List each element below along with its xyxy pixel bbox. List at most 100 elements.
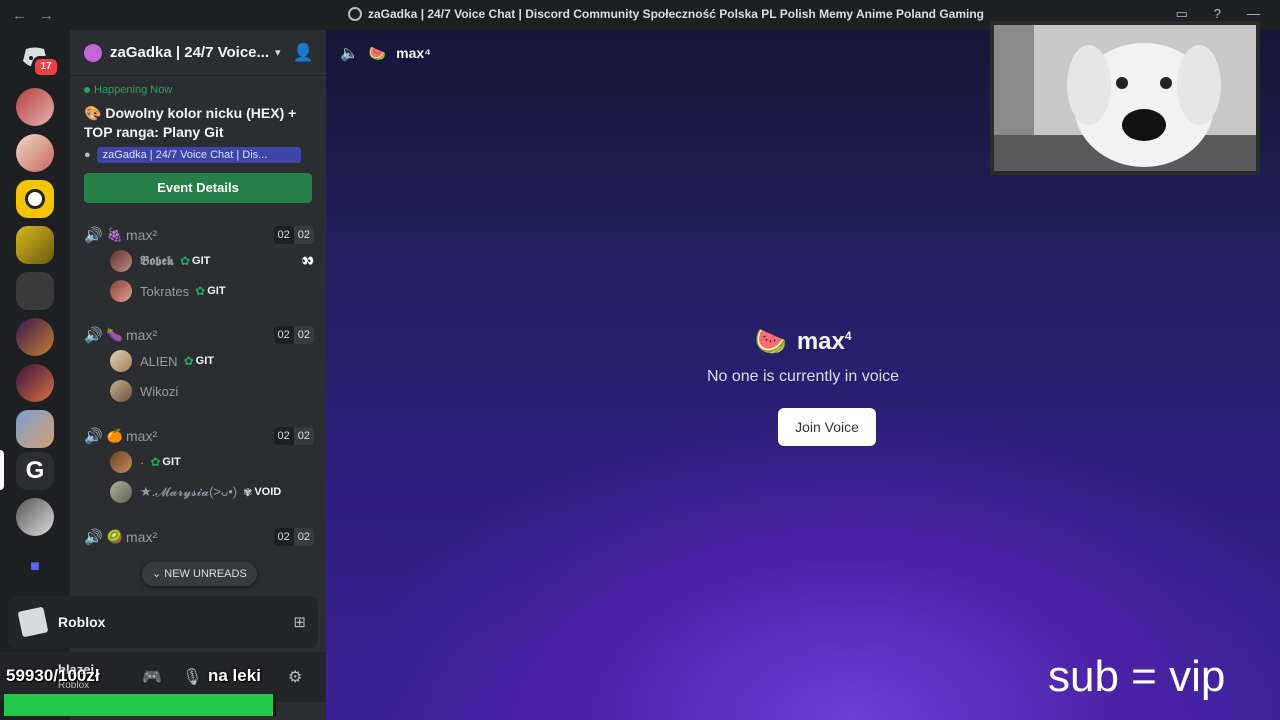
nav-buttons: ← →: [0, 7, 54, 24]
notification-badge: 17: [32, 56, 60, 78]
chevron-down-icon: ▾: [275, 47, 281, 59]
voice-member[interactable]: · ✿ GIT: [84, 447, 314, 477]
stage-channel-name: max⁴: [396, 45, 432, 61]
new-unreads-button[interactable]: ⌄ NEW UNREADS: [142, 562, 257, 586]
watermelon-icon: 🍉: [368, 44, 387, 61]
guild-name: zaGadka | 24/7 Voice...: [110, 44, 270, 61]
voice-status-text: No one is currently in voice: [706, 368, 900, 385]
role-tag: ✾ VOID: [243, 486, 281, 499]
voice-channel-4[interactable]: 🔊 🥝 max² 02 02: [84, 526, 314, 548]
role-tag-text: GIT: [192, 255, 211, 267]
user-count: 02 02: [273, 326, 314, 344]
member-name: ·: [140, 454, 145, 470]
event-location-text: zaGadka | 24/7 Voice Chat | Dis...: [96, 147, 301, 163]
kiwi-icon: 🥝: [106, 529, 124, 544]
count-limit: 02: [293, 326, 314, 344]
role-tag-text: GIT: [207, 285, 226, 297]
avatar: [110, 481, 132, 503]
avatar: [110, 350, 132, 372]
event-card: Happening Now ✕ 🎨 Dowolny kolor nicku (H…: [70, 76, 378, 203]
event-title: 🎨 Dowolny kolor nicku (HEX) + TOP ranga:…: [84, 104, 312, 142]
count-current: 02: [273, 226, 294, 244]
count-limit: 02: [293, 226, 314, 244]
minimize-icon[interactable]: —: [1247, 6, 1260, 22]
role-tag-text: GIT: [162, 456, 181, 468]
grape-icon: 🍇: [106, 227, 124, 242]
selected-server-pill: [0, 450, 4, 490]
zagadka-server-icon[interactable]: G: [16, 452, 54, 490]
webcam-overlay: [990, 21, 1260, 175]
voice-channel-1[interactable]: 🔊 🍇 max² 02 02 𝕭𝖔𝖇𝖊𝖐 ✿ GIT 👀 Tokrates ✿ GIT: [84, 224, 314, 306]
server-avatar-4[interactable]: [16, 226, 54, 264]
event-location[interactable]: ● zaGadka | 24/7 Voice Chat | Dis...: [84, 147, 312, 163]
window-title: zaGadka | 24/7 Voice Chat | Discord Comm…: [348, 7, 984, 21]
server-avatar-3[interactable]: [16, 180, 54, 218]
server-avatar-1[interactable]: [16, 88, 54, 126]
role-tag-text: VOID: [254, 486, 282, 498]
voice-member[interactable]: 𝕭𝖔𝖇𝖊𝖐 ✿ GIT 👀: [84, 246, 314, 276]
avatar: [110, 380, 132, 402]
count-current: 02: [273, 528, 294, 546]
channel-title-text: max: [796, 327, 845, 355]
server-avatar-5[interactable]: [16, 272, 54, 310]
microphone-icon[interactable]: 🎙: [182, 667, 202, 687]
event-title-text: Dowolny kolor nicku (HEX) + TOP ranga: P…: [84, 105, 297, 140]
member-name: Tokrates: [140, 283, 190, 299]
speaker-icon: 🔊: [84, 327, 103, 344]
role-tag: ✿ GIT: [180, 254, 210, 268]
forward-arrow-icon[interactable]: →: [39, 7, 54, 24]
activity-name: Roblox: [58, 614, 106, 630]
event-status: Happening Now: [84, 84, 312, 96]
stage-header: 🔈 🍉 max⁴: [340, 44, 432, 63]
member-name: ★.𝓜𝓪𝓻𝔂𝓼𝓲𝓪(>ᴗ•): [140, 484, 238, 499]
avatar: [110, 451, 132, 473]
server-avatar-2[interactable]: [16, 134, 54, 172]
server-avatar-8[interactable]: [16, 410, 54, 448]
channel-title-sup: 4: [844, 328, 852, 343]
progress-fill: [4, 694, 274, 716]
voice-channel-name: max²: [126, 227, 158, 243]
guild-icon: [84, 43, 102, 62]
window-title-text: zaGadka | 24/7 Voice Chat | Discord Comm…: [368, 7, 984, 21]
voice-member[interactable]: Tokrates ✿ GIT: [84, 276, 314, 306]
count-limit: 02: [293, 528, 314, 546]
help-icon[interactable]: ?: [1214, 6, 1221, 22]
user-count: 02 02: [273, 528, 314, 546]
gamepad-icon[interactable]: 🎮: [142, 667, 162, 687]
event-status-text: Happening Now: [94, 84, 173, 96]
palette-icon: 🎨: [84, 105, 106, 121]
folder-icon[interactable]: ■: [16, 548, 54, 586]
speaker-icon: 🔊: [84, 227, 103, 244]
voice-channel-3[interactable]: 🔊 🍊 max² 02 02 · ✿ GIT ★.𝓜𝓪𝓻𝔂𝓼𝓲𝓪(>ᴗ•) ✾ VOID: [84, 425, 314, 507]
guild-header[interactable]: zaGadka | 24/7 Voice... ▾ 👤: [70, 30, 326, 76]
invite-people-icon[interactable]: 👤: [293, 43, 314, 63]
donation-goal-label: na leki: [208, 666, 261, 685]
voice-member[interactable]: Wikozi: [84, 376, 314, 406]
server-avatar-6[interactable]: [16, 318, 54, 356]
roblox-icon: [17, 606, 49, 638]
leaf-icon: ✿: [195, 284, 206, 298]
activity-invite-icon[interactable]: ⊞: [293, 613, 306, 631]
count-limit: 02: [293, 427, 314, 445]
orange-icon: 🍊: [106, 428, 124, 443]
back-arrow-icon[interactable]: ←: [12, 7, 27, 24]
server-avatar-10[interactable]: [16, 498, 54, 536]
activity-panel: Roblox ⊞: [8, 596, 318, 648]
voice-channel-2[interactable]: 🔊 🍆 max² 02 02 ALIEN ✿ GIT Wikozi: [84, 324, 314, 406]
avatar: [110, 250, 132, 272]
voice-member[interactable]: ★.𝓜𝓪𝓻𝔂𝓼𝓲𝓪(>ᴗ•) ✾ VOID: [84, 477, 314, 507]
speaker-icon: 🔊: [84, 529, 103, 546]
server-icon: [348, 7, 362, 21]
count-current: 02: [273, 427, 294, 445]
voice-member[interactable]: ALIEN ✿ GIT: [84, 346, 314, 376]
event-details-button[interactable]: Event Details: [84, 173, 312, 203]
sub-vip-overlay: sub = vip: [1048, 652, 1226, 701]
dog-webcam-image: [994, 25, 1256, 171]
settings-gear-icon[interactable]: ⚙: [288, 667, 302, 687]
user-count: 02 02: [273, 427, 314, 445]
window-controls: ▭ ? —: [1175, 6, 1260, 22]
server-avatar-7[interactable]: [16, 364, 54, 402]
join-voice-button[interactable]: Join Voice: [778, 408, 876, 446]
inbox-icon[interactable]: ▭: [1175, 6, 1187, 22]
watching-icon: 👀: [301, 255, 314, 267]
